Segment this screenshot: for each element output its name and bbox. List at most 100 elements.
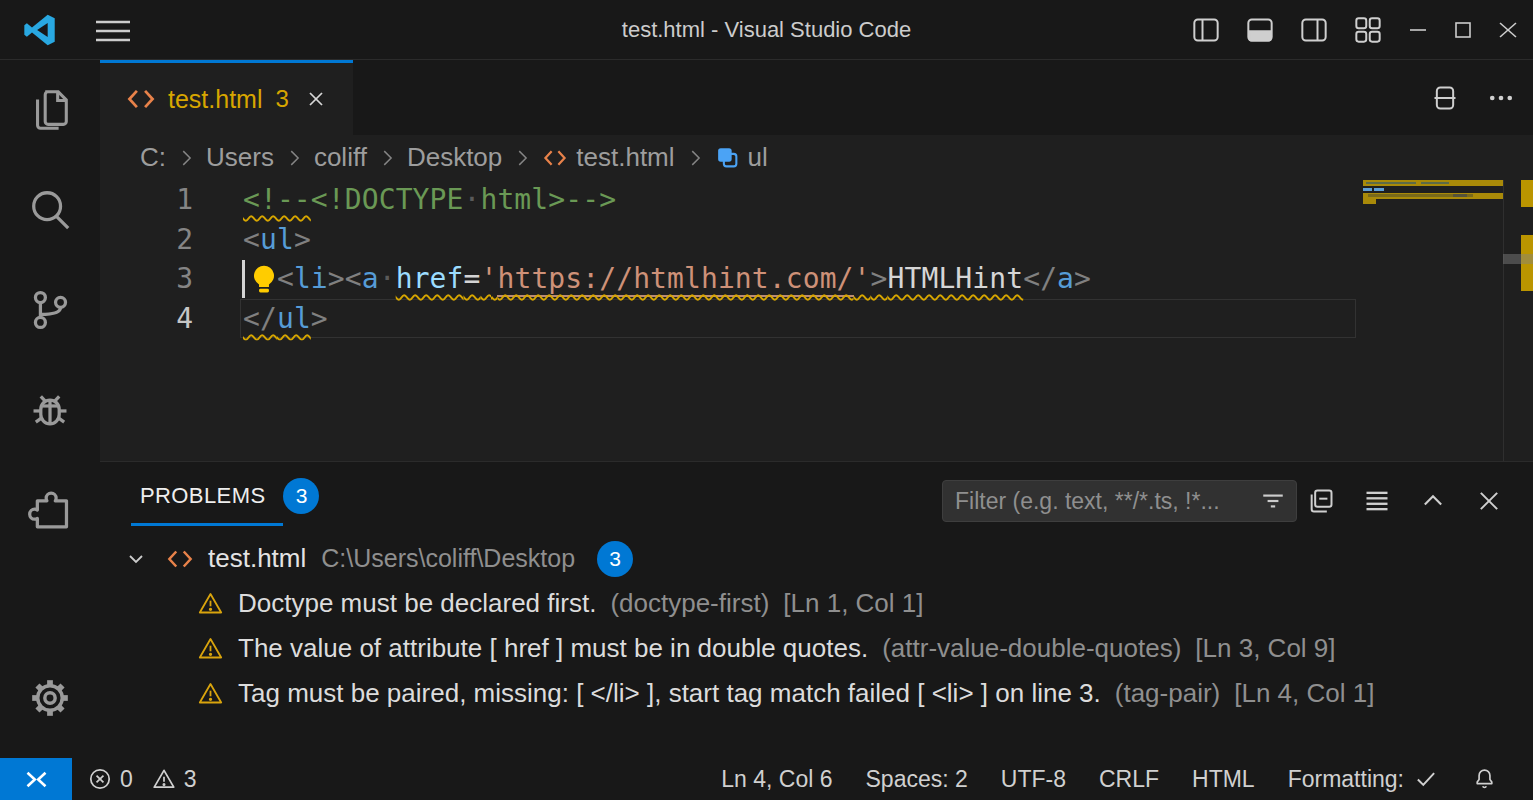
title-bar: test.html - Visual Studio Code	[0, 0, 1533, 60]
minimap-divider	[1503, 180, 1504, 461]
status-language[interactable]: HTML	[1192, 766, 1255, 793]
chevron-down-icon[interactable]	[124, 547, 148, 571]
chevron-right-icon	[511, 147, 533, 169]
problems-filter	[942, 480, 1297, 522]
html-file-icon	[126, 88, 156, 110]
breadcrumb-item[interactable]: Desktop	[407, 142, 502, 173]
status-eol[interactable]: CRLF	[1099, 766, 1159, 793]
status-indentation[interactable]: Spaces: 2	[866, 766, 968, 793]
close-window-button[interactable]	[1496, 16, 1520, 44]
problem-rule: (doctype-first)	[610, 588, 769, 619]
filter-icon[interactable]	[1260, 488, 1286, 514]
problems-tab-label: PROBLEMS	[140, 483, 265, 509]
toggle-secondary-sidebar-icon[interactable]	[1300, 16, 1328, 44]
line-content: <ul>	[243, 220, 311, 260]
collapse-all-icon[interactable]	[1307, 487, 1335, 515]
breadcrumb-item[interactable]: Users	[206, 142, 274, 173]
problems-panel: PROBLEMS 3	[100, 461, 1533, 758]
text-cursor	[242, 260, 245, 298]
problem-message: Doctype must be declared first.	[238, 588, 596, 619]
scrollbar-slider[interactable]	[1503, 254, 1533, 264]
more-actions-icon[interactable]	[1487, 84, 1515, 112]
line-content: </ul>	[243, 299, 328, 339]
warnings-icon	[151, 766, 177, 792]
problem-location: [Ln 4, Col 1]	[1234, 678, 1374, 709]
panel-header: PROBLEMS 3	[100, 462, 1533, 531]
problems-count-badge: 3	[283, 478, 319, 514]
view-as-table-icon[interactable]	[1363, 487, 1391, 515]
toggle-panel-icon[interactable]	[1246, 16, 1274, 44]
maximize-panel-icon[interactable]	[1419, 487, 1447, 515]
run-and-debug-icon[interactable]	[0, 360, 100, 460]
problems-file-row[interactable]: test.html C:\Users\coliff\Desktop 3	[100, 536, 1533, 581]
errors-icon	[87, 766, 113, 792]
file-problems-badge: 3	[597, 541, 633, 577]
notifications-bell-icon[interactable]	[1472, 767, 1497, 792]
filter-input[interactable]	[943, 488, 1260, 515]
problem-message: Tag must be paired, missing: [ </li> ], …	[238, 678, 1101, 709]
code-line[interactable]: 4 </ul>	[100, 299, 1533, 339]
status-cursor-position[interactable]: Ln 4, Col 6	[721, 766, 832, 793]
customize-layout-icon[interactable]	[1354, 16, 1382, 44]
chevron-right-icon	[684, 147, 706, 169]
problem-location: [Ln 3, Col 9]	[1195, 633, 1335, 664]
explorer-icon[interactable]	[0, 60, 100, 160]
warning-icon	[197, 635, 224, 662]
tab-close-icon[interactable]	[305, 88, 327, 110]
line-number: 3	[100, 259, 193, 299]
check-icon	[1413, 766, 1439, 792]
problem-rule: (attr-value-double-quotes)	[882, 633, 1181, 664]
vscode-logo-icon	[24, 14, 56, 46]
remote-indicator[interactable]	[0, 758, 72, 800]
code-line[interactable]: 1 <!--<!DOCTYPE·html>-->	[100, 180, 1533, 220]
line-content: <li><a·href='https://htmlhint.com/'>HTML…	[243, 259, 1091, 299]
status-encoding[interactable]: UTF-8	[1001, 766, 1066, 793]
problem-rule: (tag-pair)	[1115, 678, 1220, 709]
source-control-icon[interactable]	[0, 260, 100, 360]
search-icon[interactable]	[0, 160, 100, 260]
chevron-right-icon	[376, 147, 398, 169]
problem-row[interactable]: Doctype must be declared first. (doctype-…	[100, 581, 1533, 626]
line-number: 1	[100, 180, 193, 220]
warning-icon	[197, 590, 224, 617]
close-panel-icon[interactable]	[1475, 487, 1503, 515]
breadcrumb-item[interactable]: C:	[140, 142, 166, 173]
lightbulb-icon[interactable]	[247, 263, 281, 297]
code-line[interactable]: 2 <ul>	[100, 220, 1533, 260]
problem-message: The value of attribute [ href ] must be …	[238, 633, 868, 664]
chevron-right-icon	[175, 147, 197, 169]
activity-bar	[0, 60, 100, 758]
split-editor-icon[interactable]	[1431, 84, 1459, 112]
warning-icon	[197, 680, 224, 707]
menu-icon[interactable]	[96, 20, 130, 42]
minimize-button[interactable]	[1406, 22, 1430, 38]
breadcrumbs: C: Users coliff Desktop test.html ul	[100, 135, 1533, 180]
code-line[interactable]: 3 <li><a·href='https://htmlhint.com/'>HT…	[100, 259, 1533, 299]
editor-group: test.html 3 C: Users coliff Desktop test.htm…	[100, 60, 1533, 758]
problems-file-path: C:\Users\coliff\Desktop	[321, 544, 575, 573]
breadcrumb-item[interactable]: ul	[715, 142, 768, 173]
error-count: 0	[120, 766, 133, 793]
status-problems[interactable]: 0 3	[87, 766, 208, 793]
line-number: 4	[100, 299, 193, 339]
maximize-button[interactable]	[1451, 16, 1475, 44]
extensions-icon[interactable]	[0, 460, 100, 560]
problem-row[interactable]: The value of attribute [ href ] must be …	[100, 626, 1533, 671]
breadcrumb-item[interactable]: coliff	[314, 142, 367, 173]
minimap[interactable]	[1363, 180, 1503, 461]
problem-row[interactable]: Tag must be paired, missing: [ </li> ], …	[100, 671, 1533, 716]
active-panel-tab-indicator	[131, 523, 283, 526]
toggle-primary-sidebar-icon[interactable]	[1192, 16, 1220, 44]
html-file-icon	[542, 149, 568, 167]
status-formatting[interactable]: Formatting:	[1288, 766, 1439, 793]
line-number: 2	[100, 220, 193, 260]
manage-gear-icon[interactable]	[0, 648, 100, 748]
tab-test-html[interactable]: test.html 3	[100, 60, 353, 135]
line-content: <!--<!DOCTYPE·html>-->	[243, 180, 616, 220]
breadcrumb-item[interactable]: test.html	[542, 142, 674, 173]
code-editor[interactable]: 1<!--<!DOCTYPE·html>-->2<ul>3 <li><a·hre…	[100, 180, 1533, 461]
warning-count: 3	[184, 766, 197, 793]
tab-problems[interactable]: PROBLEMS 3	[140, 474, 319, 518]
symbol-element-icon	[715, 145, 740, 170]
status-bar: 0 3 Ln 4, Col 6 Spaces: 2 UTF-8 CRLF HTML For…	[0, 758, 1533, 800]
